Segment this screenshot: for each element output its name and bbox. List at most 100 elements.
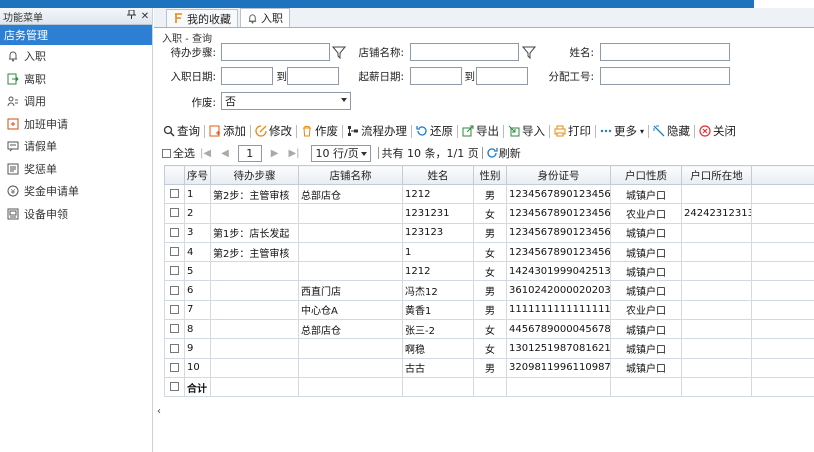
select-all-checkbox[interactable] xyxy=(162,148,171,158)
close-button[interactable]: 关闭 xyxy=(698,123,740,139)
name-input[interactable] xyxy=(600,43,730,61)
table-cell: 130125198708162148 xyxy=(506,338,611,359)
row-checkbox[interactable] xyxy=(170,208,179,218)
sidebar-item-transfer[interactable]: 调用 xyxy=(0,90,152,113)
row-checkbox[interactable] xyxy=(170,247,179,257)
table-cell: 10 xyxy=(184,357,211,378)
row-checkbox[interactable] xyxy=(170,324,179,334)
table-cell: 1231231 xyxy=(402,203,474,224)
next-page-icon[interactable]: ▶ xyxy=(271,148,279,159)
table-cell xyxy=(298,261,403,282)
export-button[interactable]: 导出 xyxy=(461,123,503,139)
table-row[interactable]: 7 中心仓A黄香1男111111111111111111农业户口 xyxy=(164,299,814,321)
refresh-icon xyxy=(486,147,498,159)
more-button[interactable]: 更多 ▾ xyxy=(599,123,648,139)
table-row[interactable]: 2 1231231女123456789012345678农业户口242423123… xyxy=(164,203,814,224)
tab-favorites[interactable]: 我的收藏 xyxy=(166,9,238,27)
column-header[interactable]: 待办步骤 xyxy=(210,165,299,185)
column-header[interactable]: 序号 xyxy=(184,165,211,185)
sidebar-item-bonus[interactable]: ¥ 奖金申请单 xyxy=(0,180,152,203)
table-row[interactable]: 4第2步：主管审核 1女123456789012345678城镇户口 xyxy=(164,241,814,263)
row-checkbox[interactable] xyxy=(170,343,179,353)
export-icon xyxy=(461,124,475,138)
import-button[interactable]: 导入 xyxy=(507,123,549,139)
row-checkbox-cell xyxy=(164,299,185,321)
page-number-input[interactable]: 1 xyxy=(237,144,262,162)
row-checkbox-cell xyxy=(164,203,185,224)
column-header[interactable]: 姓名 xyxy=(402,165,474,185)
column-header[interactable]: 性别 xyxy=(473,165,507,185)
row-checkbox-cell xyxy=(164,222,185,243)
table-cell: 城镇户口 xyxy=(610,319,682,340)
query-button[interactable]: 查询 xyxy=(162,123,204,139)
table-cell: 黄香1 xyxy=(402,299,474,321)
row-checkbox[interactable] xyxy=(170,362,179,372)
sidebar-group-store-management[interactable]: 店务管理 xyxy=(0,25,152,45)
restore-button[interactable]: 还原 xyxy=(415,123,457,139)
edit-button[interactable]: 修改 xyxy=(254,123,296,139)
table-cell xyxy=(681,376,752,398)
hide-button[interactable]: 隐藏 xyxy=(652,123,694,139)
entry-date-from-input[interactable] xyxy=(221,67,273,85)
import-icon xyxy=(507,124,521,138)
table-filler-cell xyxy=(751,183,814,205)
workflow-button[interactable]: 流程办理 xyxy=(346,123,411,139)
salary-date-from-input[interactable] xyxy=(410,67,462,85)
store-name-input[interactable] xyxy=(410,43,519,61)
row-checkbox[interactable] xyxy=(170,304,179,314)
table-cell: 123456789012345678 xyxy=(506,241,611,263)
sidebar-item-award[interactable]: 奖惩单 xyxy=(0,158,152,181)
row-checkbox[interactable] xyxy=(170,189,179,199)
table-row[interactable]: 10 古古男320981199611098761城镇户口 xyxy=(164,357,814,378)
print-button[interactable]: 打印 xyxy=(553,123,595,139)
prev-page-icon[interactable]: ◀ xyxy=(221,148,229,159)
entry-date-to-input[interactable] xyxy=(287,67,339,85)
table-cell: 7 xyxy=(184,299,211,321)
table-cell xyxy=(210,299,299,321)
sidebar-item-onboarding[interactable]: 入职 xyxy=(0,45,152,68)
table-cell: 城镇户口 xyxy=(610,241,682,263)
sidebar-item-resign[interactable]: 离职 xyxy=(0,68,152,91)
row-checkbox[interactable] xyxy=(170,382,179,392)
chevron-down-icon xyxy=(341,98,347,102)
table-row[interactable]: 9 啊稳女130125198708162148城镇户口 xyxy=(164,338,814,359)
pending-step-input[interactable] xyxy=(221,43,330,61)
filter-icon[interactable] xyxy=(522,45,536,59)
table-cell: 女 xyxy=(473,241,507,263)
first-page-icon[interactable]: |◀ xyxy=(200,148,211,159)
column-header[interactable]: 户口性质 xyxy=(610,165,682,185)
column-header[interactable]: 身份证号 xyxy=(506,165,611,185)
row-checkbox[interactable] xyxy=(170,266,179,276)
table-row[interactable]: 6 西直门店冯杰12男361024200002020301城镇户口 xyxy=(164,280,814,301)
top-title-bar xyxy=(0,0,814,8)
table-cell: 4 xyxy=(184,241,211,263)
collapse-handle-icon[interactable]: ‹ xyxy=(157,406,161,417)
table-cell xyxy=(298,376,403,398)
row-checkbox[interactable] xyxy=(170,227,179,237)
sidebar-item-equipment[interactable]: 设备申领 xyxy=(0,203,152,226)
table-row[interactable]: 5 1212女142430199904251354城镇户口 xyxy=(164,261,814,282)
salary-date-label: 起薪日期: xyxy=(358,71,404,83)
refresh-button[interactable]: 刷新 xyxy=(486,145,521,161)
row-checkbox[interactable] xyxy=(170,285,179,295)
table-cell xyxy=(298,357,403,378)
sidebar-item-overtime[interactable]: 加班申请 xyxy=(0,113,152,136)
trash-icon xyxy=(300,124,314,138)
table-cell: 城镇户口 xyxy=(610,222,682,243)
table-row[interactable]: 1第2步：主管审核总部店仓1212男123456789012345678城镇户口 xyxy=(164,183,814,205)
add-button[interactable]: 添加 xyxy=(208,123,250,139)
page-size-select[interactable]: 10 行/页 xyxy=(310,144,371,162)
table-row[interactable]: 3第1步：店长发起 123123男123456789012345678城镇户口 xyxy=(164,222,814,243)
assign-no-input[interactable] xyxy=(600,67,730,85)
sidebar-item-leave[interactable]: 请假单 xyxy=(0,135,152,158)
tab-onboarding[interactable]: 入职 xyxy=(240,8,290,27)
column-header[interactable]: 户口所在地 xyxy=(681,165,752,185)
table-row[interactable]: 8 总部店仓张三-2女445678900004567891城镇户口 xyxy=(164,319,814,340)
column-header[interactable]: 店铺名称 xyxy=(298,165,403,185)
void-button[interactable]: 作废 xyxy=(300,123,342,139)
void-select[interactable]: 否 xyxy=(221,92,351,110)
salary-date-to-input[interactable] xyxy=(476,67,528,85)
last-page-icon[interactable]: ▶| xyxy=(288,148,299,159)
close-icon[interactable]: ✕ xyxy=(138,11,152,22)
pin-icon[interactable] xyxy=(124,9,138,22)
